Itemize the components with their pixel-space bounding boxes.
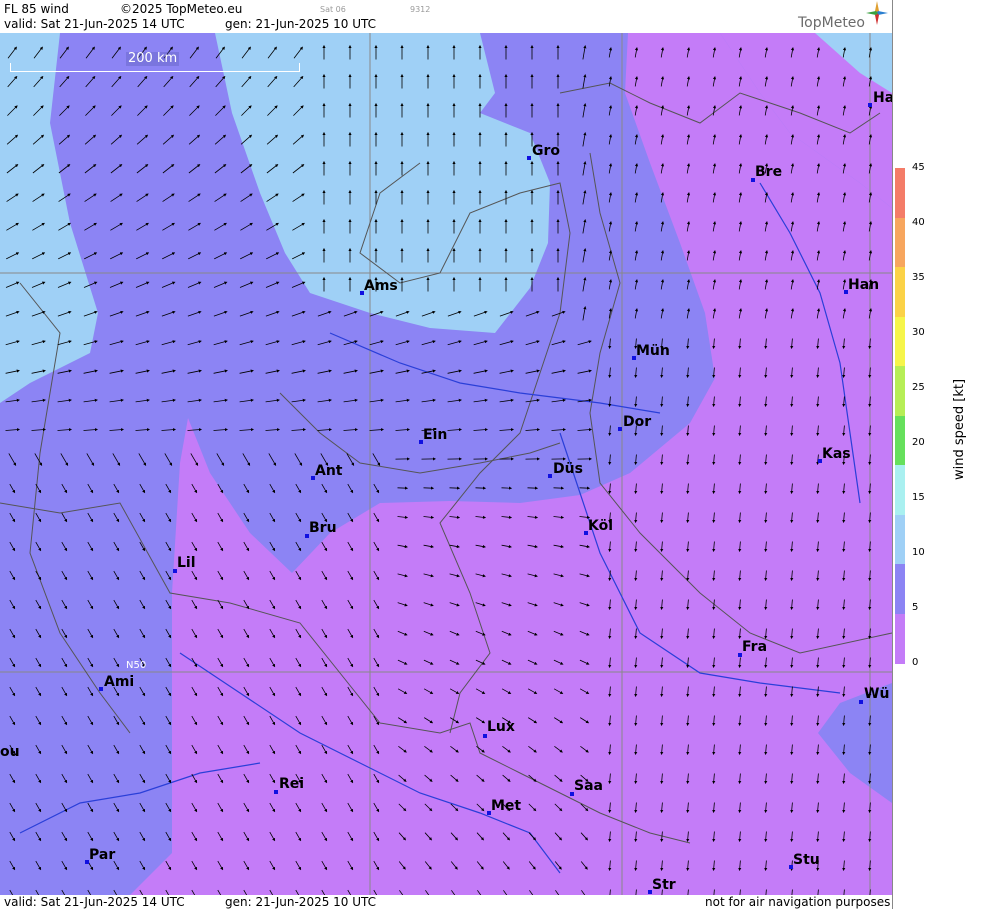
city-label[interactable]: ou [0, 745, 20, 760]
city-label[interactable]: Ams [364, 279, 398, 294]
latitude-label: N50 [126, 660, 147, 671]
colorbar-title: wind speed [kt] [952, 378, 967, 480]
copyright: ©2025 TopMeteo.eu [120, 2, 243, 16]
city-label[interactable]: Lil [177, 556, 196, 571]
city-label[interactable]: Ant [315, 464, 343, 479]
colorbar [893, 168, 907, 664]
colorbar-tick-label: 0 [912, 657, 919, 668]
city-label[interactable]: Mün [636, 344, 670, 359]
colorbar-tick-label: 15 [912, 492, 925, 503]
city-label[interactable]: Par [89, 848, 115, 863]
map-field [0, 33, 892, 895]
colorbar-tick-label: 20 [912, 437, 925, 448]
city-dot [274, 790, 278, 794]
city-dot [527, 156, 531, 160]
scale-label: 200 km [126, 51, 180, 66]
colorbar-segment [895, 613, 905, 664]
city-label[interactable]: Stu [793, 853, 820, 868]
colorbar-segment [895, 564, 905, 614]
city-label[interactable]: Ein [423, 428, 447, 443]
colorbar-tick-label: 30 [912, 327, 925, 338]
city-label[interactable]: Köl [588, 519, 613, 534]
gen-time: gen: 21-Jun-2025 10 UTC [225, 17, 377, 31]
colorbar-segment [895, 514, 905, 565]
header: FL 85 wind ©2025 TopMeteo.eu Sat 06 9312… [0, 0, 892, 33]
valid-time: valid: Sat 21-Jun-2025 14 UTC [4, 17, 185, 31]
city-dot [618, 427, 622, 431]
disclaimer: not for air navigation purposes [705, 895, 891, 909]
city-label[interactable]: Gro [532, 144, 560, 159]
product-title: FL 85 wind [4, 2, 69, 16]
city-dot [99, 687, 103, 691]
colorbar-tick-label: 45 [912, 162, 925, 173]
city-label[interactable]: Düs [553, 462, 583, 477]
colorbar-tick-label: 40 [912, 217, 925, 228]
city-label[interactable]: Han [848, 278, 879, 293]
wind-map[interactable]: 200 km N50 Ha Gro Bre Ams Han Mün Ein Do… [0, 33, 892, 895]
city-label[interactable]: Met [491, 799, 521, 814]
footer-valid-time: valid: Sat 21-Jun-2025 14 UTC [4, 895, 185, 909]
footer: valid: Sat 21-Jun-2025 14 UTC gen: 21-Ju… [0, 895, 892, 909]
colorbar-segment [895, 267, 905, 317]
colorbar-tick-label: 25 [912, 382, 925, 393]
city-dot [548, 474, 552, 478]
city-label[interactable]: Ha [873, 91, 892, 106]
city-label[interactable]: Ami [104, 675, 134, 690]
colorbar-segment [895, 217, 905, 268]
city-label[interactable]: Lux [487, 720, 515, 735]
footer-gen-time: gen: 21-Jun-2025 10 UTC [225, 895, 377, 909]
city-label[interactable]: Fra [742, 640, 767, 655]
sat-tag: Sat 06 [320, 5, 346, 14]
city-dot [859, 700, 863, 704]
product-code: 9312 [410, 5, 431, 14]
city-label[interactable]: Rei [279, 777, 304, 792]
compass-logo-icon [866, 1, 888, 25]
city-label[interactable]: Saa [574, 779, 603, 794]
colorbar-segment [895, 316, 905, 367]
colorbar-tick-label: 10 [912, 547, 925, 558]
colorbar-tick-label: 35 [912, 272, 925, 283]
colorbar-tick-label: 5 [912, 602, 919, 613]
colorbar-segment [895, 415, 905, 466]
city-dot [868, 103, 872, 107]
colorbar-segment [895, 465, 905, 515]
city-label[interactable]: Str [652, 878, 676, 893]
city-label[interactable]: Bre [755, 165, 782, 180]
colorbar-panel: 45 40 35 30 25 20 15 10 5 0 [892, 0, 983, 909]
city-label[interactable]: Wü [864, 687, 889, 702]
city-label[interactable]: Bru [309, 521, 337, 536]
colorbar-segment [895, 366, 905, 416]
city-label[interactable]: Kas [822, 447, 851, 462]
brand-logo-text: TopMeteo [798, 15, 865, 31]
colorbar-segment [895, 168, 905, 218]
city-label[interactable]: Dor [623, 415, 651, 430]
